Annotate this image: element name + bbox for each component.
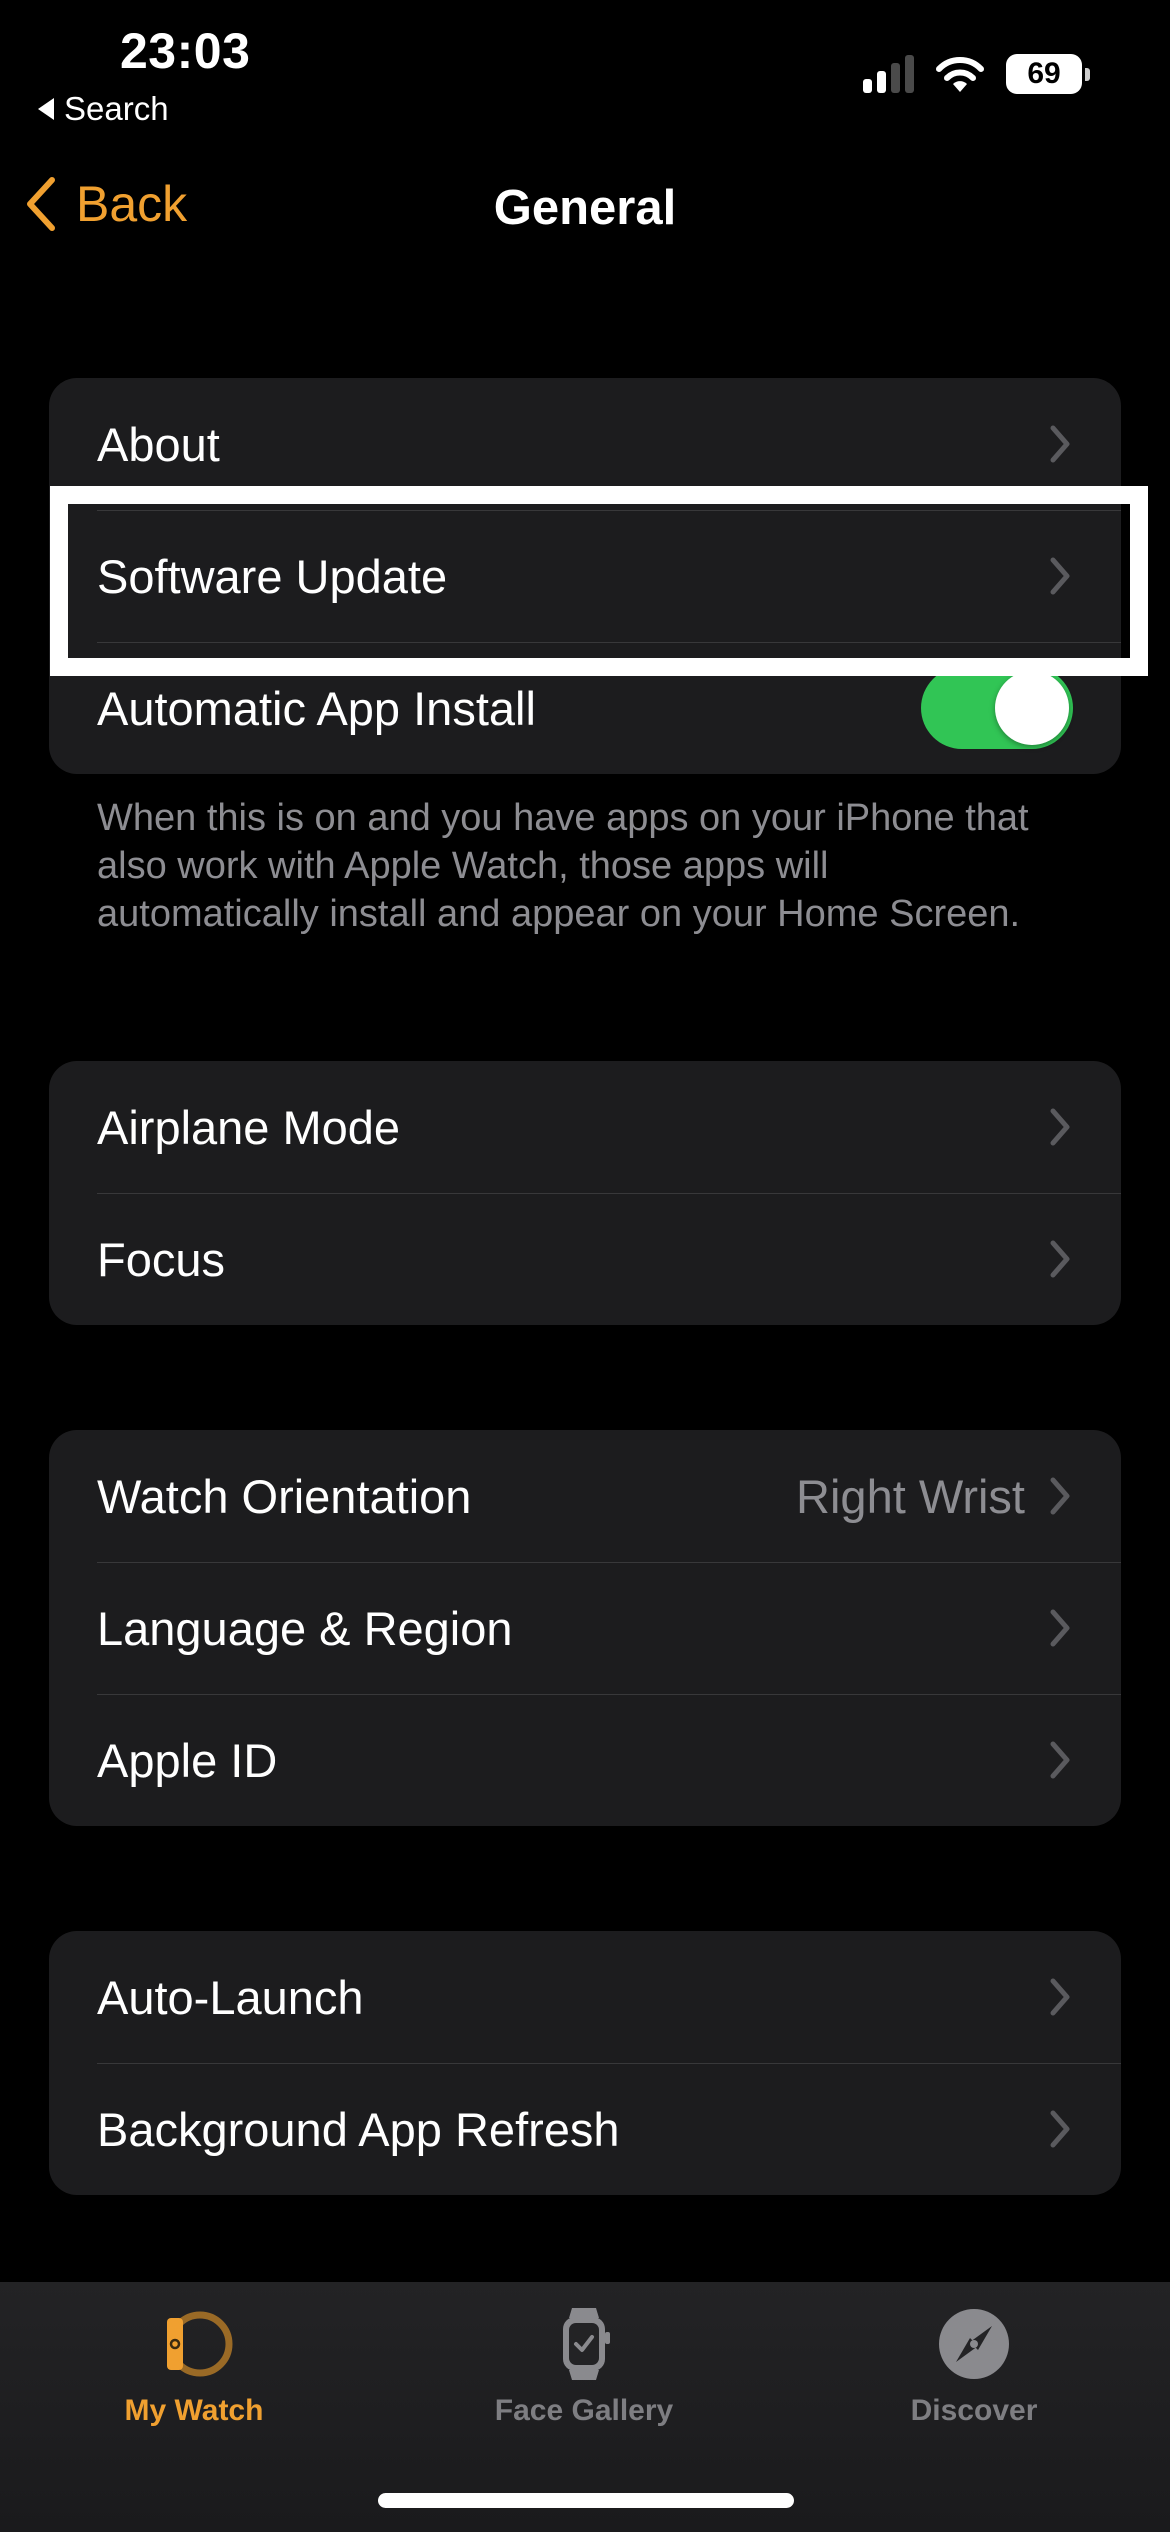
row-label: Focus [97,1232,225,1286]
back-triangle-icon [38,98,54,120]
tab-label: My Watch [124,2394,264,2427]
settings-group-personal: Watch Orientation Right Wrist Language &… [49,1430,1121,1826]
toggle-knob [995,671,1069,745]
battery-percent: 69 [1006,54,1082,94]
status-indicators: 69 [863,54,1090,94]
row-background-app-refresh[interactable]: Background App Refresh [49,2063,1121,2195]
row-about[interactable]: About [49,378,1121,510]
settings-group-connectivity: Airplane Mode Focus [49,1061,1121,1325]
row-label: Automatic App Install [97,681,536,735]
row-label: Background App Refresh [97,2102,620,2156]
return-app-label: Search [64,90,169,127]
row-label: Airplane Mode [97,1100,401,1154]
watch-face-icon [563,2308,610,2380]
cellular-signal-icon [863,55,914,93]
row-automatic-app-install: Automatic App Install [49,642,1121,774]
chevron-right-icon [1047,1105,1073,1149]
chevron-right-icon [1047,422,1073,466]
chevron-right-icon [1047,2107,1073,2151]
row-auto-launch[interactable]: Auto-Launch [49,1931,1121,2063]
tab-label: Discover [910,2394,1038,2427]
settings-group-apps: Auto-Launch Background App Refresh [49,1931,1121,2195]
row-airplane-mode[interactable]: Airplane Mode [49,1061,1121,1193]
chevron-right-icon [1047,1474,1073,1518]
chevron-right-icon [1047,1975,1073,2019]
row-focus[interactable]: Focus [49,1193,1121,1325]
home-indicator[interactable] [378,2493,794,2508]
chevron-right-icon [1047,1738,1073,1782]
watch-side-icon [167,2311,233,2377]
chevron-right-icon [1047,1237,1073,1281]
tab-face-gallery[interactable]: Face Gallery [434,2304,734,2428]
settings-group-general: About Software Update Automatic App Inst… [49,378,1121,774]
tab-discover[interactable]: Discover [824,2304,1124,2428]
compass-icon [939,2309,1009,2379]
row-software-update[interactable]: Software Update [49,510,1121,642]
row-label: Watch Orientation [97,1469,472,1523]
row-apple-id[interactable]: Apple ID [49,1694,1121,1826]
row-language-region[interactable]: Language & Region [49,1562,1121,1694]
automatic-app-install-footnote: When this is on and you have apps on you… [97,797,1029,935]
tab-label: Face Gallery [494,2394,674,2427]
battery-cap-icon [1085,67,1090,81]
status-time: 23:03 [120,23,251,79]
battery-indicator: 69 [1006,54,1090,94]
chevron-right-icon [1047,1606,1073,1650]
automatic-app-install-toggle[interactable] [921,667,1073,749]
return-to-app-link[interactable]: Search [38,90,169,128]
row-watch-orientation[interactable]: Watch Orientation Right Wrist [49,1430,1121,1562]
row-label: About [97,417,220,471]
chevron-right-icon [1047,554,1073,598]
screen: 23:03 Search 69 Back General About Softw… [0,0,1170,2532]
page-title: General [493,181,677,235]
tab-my-watch[interactable]: My Watch [44,2304,344,2428]
row-label: Software Update [97,549,448,603]
row-label: Auto-Launch [97,1970,364,2024]
wifi-icon [936,57,984,92]
watch-orientation-value: Right Wrist [796,1469,1025,1523]
row-label: Language & Region [97,1601,513,1655]
row-label: Apple ID [97,1733,278,1787]
